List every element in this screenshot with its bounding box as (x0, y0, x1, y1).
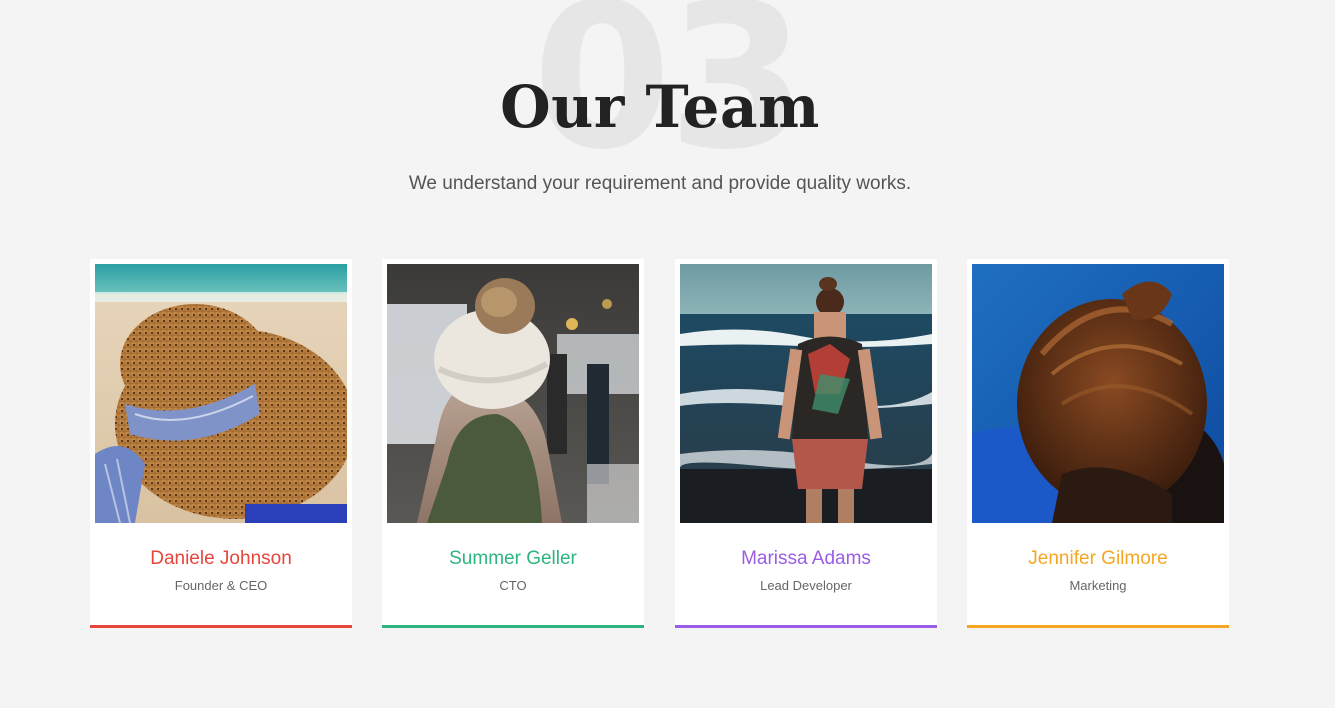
card-accent-bar (967, 625, 1229, 628)
team-card-daniele-johnson[interactable]: Daniele Johnson Founder & CEO (90, 259, 352, 628)
team-member-role: Marketing (1069, 578, 1127, 593)
card-accent-bar (382, 625, 644, 628)
team-member-photo (387, 264, 639, 523)
team-member-photo (972, 264, 1224, 523)
team-member-name: Jennifer Gilmore (1028, 548, 1168, 569)
team-section: 03 Our Team We understand your requireme… (0, 0, 1335, 708)
team-member-role: Founder & CEO (174, 578, 268, 593)
team-member-name: Daniele Johnson (150, 548, 292, 569)
team-card-summer-geller[interactable]: Summer Geller CTO (382, 259, 644, 628)
team-member-name: Summer Geller (449, 548, 577, 569)
team-member-photo (680, 264, 932, 523)
team-member-role: Lead Developer (760, 578, 852, 593)
card-accent-bar (675, 625, 937, 628)
team-member-role: CTO (499, 578, 527, 593)
card-accent-bar (90, 625, 352, 628)
section-subtitle: We understand your requirement and provi… (408, 173, 912, 194)
team-card-jennifer-gilmore[interactable]: Jennifer Gilmore Marketing (967, 259, 1229, 628)
section-title: Our Team (500, 73, 820, 141)
team-member-photo (95, 264, 347, 523)
team-member-name: Marissa Adams (741, 548, 871, 569)
team-card-marissa-adams[interactable]: Marissa Adams Lead Developer (675, 259, 937, 628)
